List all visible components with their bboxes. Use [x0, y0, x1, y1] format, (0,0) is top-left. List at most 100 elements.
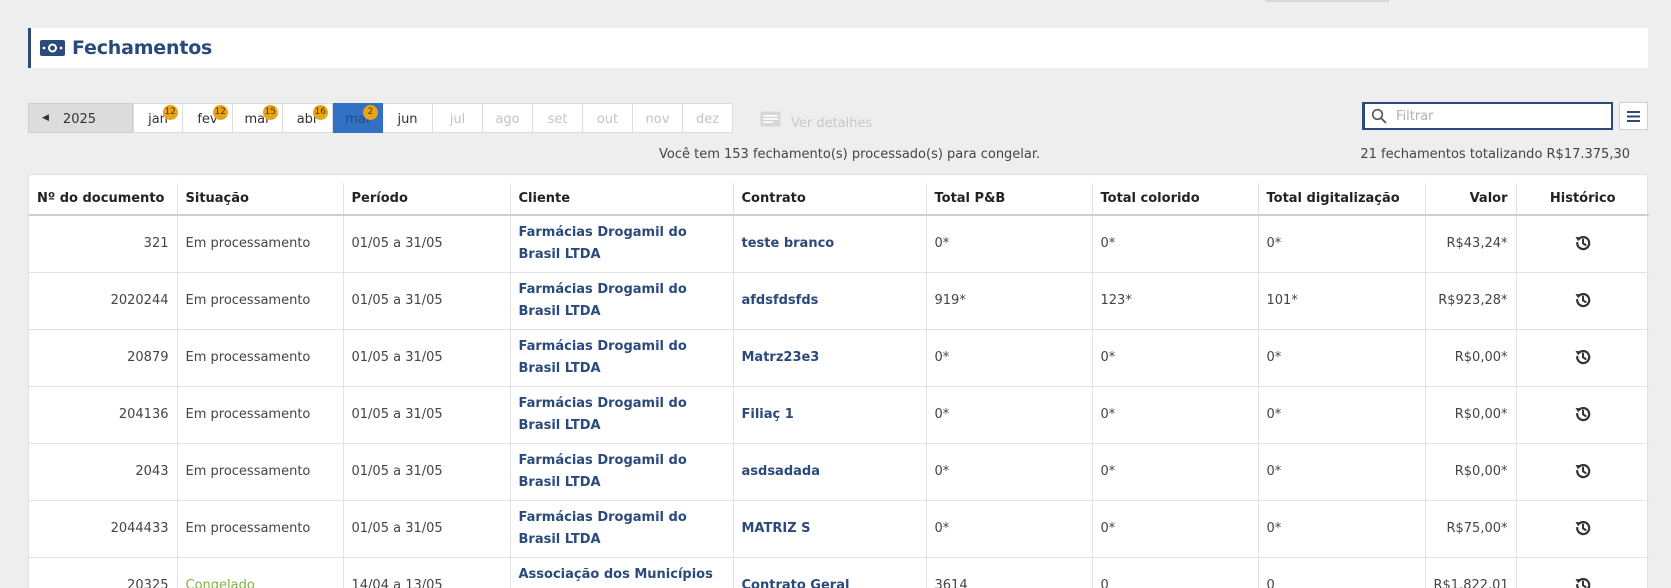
history-icon[interactable]	[1574, 291, 1592, 309]
cell-pb: 0*	[926, 215, 1093, 273]
columns-menu-button[interactable]	[1619, 102, 1648, 130]
month-out: out	[583, 103, 633, 133]
month-mar[interactable]: mar 15	[233, 103, 283, 133]
cell-contract[interactable]: Contrato Geral	[733, 557, 927, 588]
month-nov: nov	[633, 103, 683, 133]
cell-client[interactable]: Farmácias Drogamil do Brasil LTDA	[510, 215, 734, 273]
cell-client[interactable]: Farmácias Drogamil do Brasil LTDA	[510, 500, 734, 558]
cell-pb: 0*	[926, 386, 1093, 444]
column-header[interactable]: Valor	[1425, 183, 1517, 216]
year-selector[interactable]: ◀ 2025	[28, 103, 133, 133]
id-card-icon	[760, 111, 781, 126]
closings-table-container: Nº do documento Situação Período Cliente Con…	[28, 174, 1649, 588]
column-header[interactable]: Total colorido	[1092, 183, 1259, 216]
cell-doc: 20879	[29, 329, 178, 387]
cell-status: Em processamento	[177, 500, 344, 558]
cell-period: 01/05 a 31/05	[343, 215, 511, 273]
cell-history	[1516, 557, 1649, 588]
month-count-badge: 12	[212, 105, 228, 120]
month-dez: dez	[683, 103, 733, 133]
cell-period: 01/05 a 31/05	[343, 443, 511, 501]
cell-client[interactable]: Farmácias Drogamil do Brasil LTDA	[510, 329, 734, 387]
cell-period: 01/05 a 31/05	[343, 386, 511, 444]
cell-status: Em processamento	[177, 443, 344, 501]
cell-color: 0	[1092, 557, 1259, 588]
cell-client[interactable]: Farmácias Drogamil do Brasil LTDA	[510, 386, 734, 444]
table-row[interactable]: 20325 Congelado 14/04 a 13/05 Associação do…	[29, 557, 1649, 588]
history-icon[interactable]	[1574, 519, 1592, 537]
closings-table: Nº do documento Situação Período Cliente Con…	[29, 183, 1649, 588]
top-edge-fragment	[1265, 0, 1389, 2]
cell-period: 14/04 a 13/05	[343, 557, 511, 588]
details-label: Ver detalhes	[791, 116, 873, 131]
cell-contract[interactable]: teste branco	[733, 215, 927, 273]
month-set: set	[533, 103, 583, 133]
cell-history	[1516, 443, 1649, 501]
cell-contract[interactable]: afdsfdsfds	[733, 272, 927, 330]
cell-scan: 0*	[1258, 386, 1426, 444]
column-header[interactable]: Total digitalização	[1258, 183, 1426, 216]
history-icon[interactable]	[1574, 234, 1592, 252]
cell-pb: 0*	[926, 329, 1093, 387]
cell-status: Em processamento	[177, 272, 344, 330]
table-row[interactable]: 2043 Em processamento 01/05 a 31/05 Farmáci…	[29, 443, 1649, 501]
cell-doc: 2044433	[29, 500, 178, 558]
cell-history	[1516, 500, 1649, 558]
cell-client[interactable]: Farmácias Drogamil do Brasil LTDA	[510, 272, 734, 330]
cell-value: R$0,00*	[1425, 443, 1517, 501]
cell-contract[interactable]: MATRIZ S	[733, 500, 927, 558]
table-header-row: Nº do documento Situação Período Cliente Con…	[29, 183, 1649, 216]
cell-doc: 321	[29, 215, 178, 273]
month-abr[interactable]: abr 16	[283, 103, 333, 133]
table-row[interactable]: 204136 Em processamento 01/05 a 31/05 Farmá…	[29, 386, 1649, 444]
cell-client[interactable]: Farmácias Drogamil do Brasil LTDA	[510, 443, 734, 501]
history-icon[interactable]	[1574, 576, 1592, 588]
month-count-badge: 2	[363, 105, 378, 120]
column-header[interactable]: Cliente	[510, 183, 734, 216]
month-mai[interactable]: mai 2	[333, 103, 383, 133]
cell-color: 0*	[1092, 443, 1259, 501]
cell-scan: 0*	[1258, 215, 1426, 273]
table-row[interactable]: 2020244 Em processamento 01/05 a 31/05 Farm…	[29, 272, 1649, 330]
history-icon[interactable]	[1574, 348, 1592, 366]
cell-period: 01/05 a 31/05	[343, 272, 511, 330]
column-header[interactable]: Total P&B	[926, 183, 1093, 216]
cell-contract[interactable]: asdsadada	[733, 443, 927, 501]
history-icon[interactable]	[1574, 462, 1592, 480]
cell-pb: 919*	[926, 272, 1093, 330]
column-header[interactable]: Situação	[177, 183, 344, 216]
month-jun[interactable]: jun	[383, 103, 433, 133]
cell-contract[interactable]: Matrz23e3	[733, 329, 927, 387]
page-header: Fechamentos	[28, 28, 1648, 68]
cell-period: 01/05 a 31/05	[343, 329, 511, 387]
cell-doc: 204136	[29, 386, 178, 444]
column-header[interactable]: Contrato	[733, 183, 927, 216]
cell-client[interactable]: Associação dos Municípios da	[510, 557, 734, 588]
cell-value: R$0,00*	[1425, 386, 1517, 444]
filter-box[interactable]	[1362, 102, 1613, 130]
table-row[interactable]: 2044433 Em processamento 01/05 a 31/05 Farm…	[29, 500, 1649, 558]
cell-status: Em processamento	[177, 386, 344, 444]
column-header[interactable]: Período	[343, 183, 511, 216]
column-header[interactable]: Nº do documento	[29, 183, 178, 216]
cell-value: R$923,28*	[1425, 272, 1517, 330]
month-jan[interactable]: jan 12	[133, 103, 183, 133]
column-header[interactable]: Histórico	[1516, 183, 1649, 216]
month-fev[interactable]: fev 12	[183, 103, 233, 133]
cell-status: Congelado	[177, 557, 344, 588]
cell-contract[interactable]: Filiaç 1	[733, 386, 927, 444]
cell-color: 0*	[1092, 386, 1259, 444]
cell-doc: 20325	[29, 557, 178, 588]
cell-scan: 0*	[1258, 329, 1426, 387]
year-label: 2025	[62, 112, 97, 127]
table-row[interactable]: 20879 Em processamento 01/05 a 31/05 Farmác…	[29, 329, 1649, 387]
caret-left-icon[interactable]: ◀	[42, 113, 49, 123]
month-jul: jul	[433, 103, 483, 133]
cell-scan: 101*	[1258, 272, 1426, 330]
filter-input[interactable]	[1396, 105, 1596, 127]
cell-history	[1516, 215, 1649, 273]
details-button[interactable]: Ver detalhes	[760, 106, 872, 131]
table-row[interactable]: 321 Em processamento 01/05 a 31/05 Farmácia…	[29, 215, 1649, 273]
cell-color: 0*	[1092, 215, 1259, 273]
history-icon[interactable]	[1574, 405, 1592, 423]
